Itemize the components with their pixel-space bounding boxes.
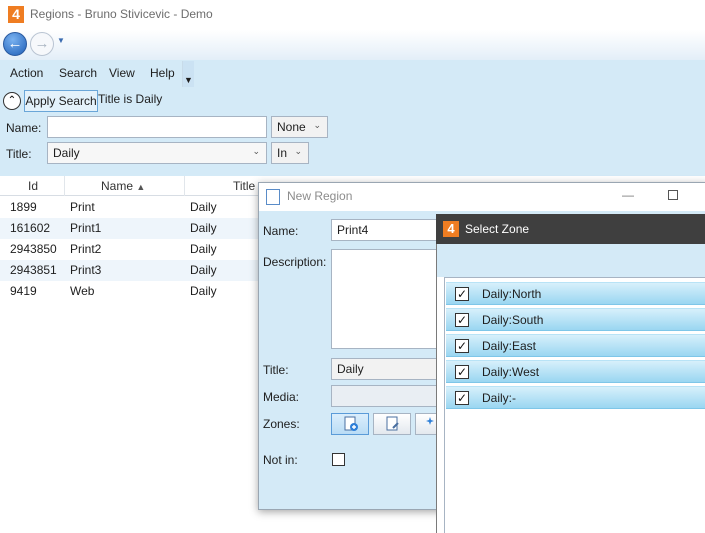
minimize-button[interactable]: — bbox=[622, 188, 634, 202]
chevron-down-icon: ⌄ bbox=[294, 146, 302, 156]
back-button[interactable]: ← bbox=[3, 32, 27, 56]
cell-id: 2943850 bbox=[10, 242, 57, 256]
region-media-label: Media: bbox=[263, 390, 300, 404]
region-zones-label: Zones: bbox=[263, 417, 300, 431]
zone-item-south[interactable]: ✓ Daily:South bbox=[446, 308, 705, 331]
title-operator-value: In bbox=[277, 146, 288, 160]
arrow-left-icon: ← bbox=[7, 35, 23, 52]
edit-zone-button[interactable] bbox=[373, 413, 411, 435]
app-logo: 4 bbox=[8, 6, 24, 23]
cell-name: Print2 bbox=[70, 242, 102, 256]
select-zone-toolbar bbox=[437, 244, 705, 277]
zone-checkbox[interactable]: ✓ bbox=[455, 313, 469, 327]
chevron-down-icon: ⌄ bbox=[252, 146, 260, 156]
menu-search[interactable]: Search bbox=[59, 66, 97, 80]
document-icon bbox=[266, 189, 280, 205]
menu-help[interactable]: Help bbox=[150, 66, 175, 80]
zone-checkbox[interactable]: ✓ bbox=[455, 339, 469, 353]
name-operator-value: None bbox=[277, 120, 306, 134]
cell-id: 1899 bbox=[10, 200, 37, 214]
cell-title: Daily bbox=[190, 263, 217, 277]
new-region-title: New Region bbox=[287, 189, 353, 203]
cell-name: Web bbox=[70, 284, 95, 298]
column-divider[interactable] bbox=[184, 176, 185, 196]
cell-title: Daily bbox=[190, 200, 217, 214]
title-filter-value: Daily bbox=[53, 146, 80, 160]
zone-checkbox[interactable]: ✓ bbox=[455, 391, 469, 405]
zone-label: Daily:East bbox=[482, 339, 537, 353]
zone-label: Daily:North bbox=[482, 287, 542, 301]
zone-item-north[interactable]: ✓ Daily:North bbox=[446, 282, 705, 305]
name-filter-label: Name: bbox=[6, 121, 42, 135]
cell-id: 2943851 bbox=[10, 263, 57, 277]
region-media-select[interactable] bbox=[331, 385, 437, 407]
new-zone-button[interactable] bbox=[415, 413, 437, 435]
not-in-label: Not in: bbox=[263, 453, 298, 467]
zone-label: Daily:South bbox=[482, 313, 544, 327]
region-name-input[interactable]: Print4 bbox=[331, 219, 437, 241]
chevron-down-icon: ⌄ bbox=[313, 120, 321, 130]
edit-zone-icon bbox=[386, 416, 399, 431]
menu-view[interactable]: View bbox=[109, 66, 135, 80]
collapse-search-button[interactable]: ⌃ bbox=[3, 92, 21, 110]
title-filter-select[interactable]: Daily ⌄ bbox=[47, 142, 267, 164]
name-operator-select[interactable]: None ⌄ bbox=[271, 116, 328, 138]
history-dropdown-icon[interactable]: ▼ bbox=[57, 36, 65, 45]
zone-checkbox[interactable]: ✓ bbox=[455, 287, 469, 301]
navigation-bar bbox=[0, 30, 705, 60]
forward-button[interactable]: → bbox=[30, 32, 54, 56]
zone-item-west[interactable]: ✓ Daily:West bbox=[446, 360, 705, 383]
column-header-id[interactable]: Id bbox=[28, 179, 38, 193]
cell-title: Daily bbox=[190, 284, 217, 298]
window-title: Regions - Bruno Stivicevic - Demo bbox=[30, 7, 213, 21]
name-filter-input[interactable] bbox=[47, 116, 267, 138]
menu-action[interactable]: Action bbox=[10, 66, 43, 80]
search-summary: Title is Daily bbox=[98, 92, 163, 106]
add-zone-icon bbox=[344, 416, 358, 431]
select-zone-title: Select Zone bbox=[465, 222, 530, 236]
sort-ascending-icon: ▲ bbox=[136, 182, 146, 192]
region-description-label: Description: bbox=[263, 255, 327, 269]
cell-name: Print1 bbox=[70, 221, 102, 235]
cell-title: Daily bbox=[190, 221, 217, 235]
cell-name: Print bbox=[70, 200, 95, 214]
region-name-label: Name: bbox=[263, 224, 299, 238]
column-divider[interactable] bbox=[64, 176, 65, 196]
app-logo: 4 bbox=[443, 221, 459, 237]
maximize-button[interactable] bbox=[668, 190, 678, 200]
cell-id: 161602 bbox=[10, 221, 51, 235]
zone-label: Daily:West bbox=[482, 365, 540, 379]
region-description-input[interactable] bbox=[331, 249, 437, 349]
zone-item-east[interactable]: ✓ Daily:East bbox=[446, 334, 705, 357]
add-zone-button[interactable] bbox=[331, 413, 369, 435]
title-filter-label: Title: bbox=[6, 147, 32, 161]
menu-bar bbox=[0, 60, 705, 88]
title-operator-select[interactable]: In ⌄ bbox=[271, 142, 309, 164]
column-header-name-label: Name bbox=[101, 179, 134, 193]
cell-id: 9419 bbox=[10, 284, 37, 298]
zone-item-dash[interactable]: ✓ Daily:- bbox=[446, 386, 705, 409]
cell-title: Daily bbox=[190, 242, 217, 256]
new-zone-icon bbox=[426, 417, 434, 425]
zone-checkbox[interactable]: ✓ bbox=[455, 365, 469, 379]
menu-overflow-icon[interactable]: ▼ bbox=[182, 61, 194, 87]
region-title-label: Title: bbox=[263, 363, 289, 377]
arrow-right-icon: → bbox=[34, 35, 50, 52]
region-title-select[interactable]: Daily bbox=[331, 358, 437, 380]
not-in-checkbox[interactable] bbox=[332, 453, 345, 466]
apply-search-button[interactable]: Apply Search bbox=[24, 90, 98, 112]
zone-label: Daily:- bbox=[482, 391, 517, 405]
column-header-name[interactable]: Name ▲ bbox=[101, 179, 145, 193]
column-header-title[interactable]: Title bbox=[233, 179, 255, 193]
chevron-up-icon: ⌃ bbox=[7, 95, 17, 106]
cell-name: Print3 bbox=[70, 263, 102, 277]
